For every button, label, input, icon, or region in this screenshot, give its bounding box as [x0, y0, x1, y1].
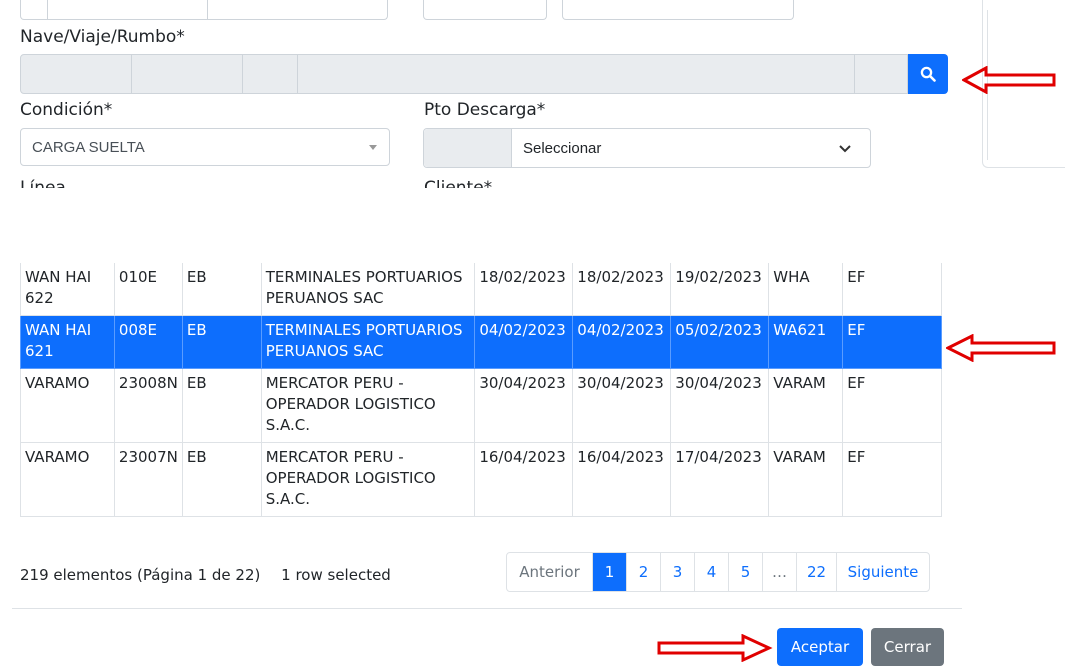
- nave-field-5[interactable]: [855, 55, 907, 93]
- pto-descarga-prefix: [424, 129, 512, 167]
- top-input-2[interactable]: [423, 0, 547, 20]
- pagination: Anterior 1 2 3 4 5 … 22 Siguiente: [506, 552, 930, 592]
- accept-button[interactable]: Aceptar: [777, 628, 863, 666]
- table-row[interactable]: VARAMO 23008N EB MERCATOR PERU - OPERADOR L…: [20, 368, 942, 443]
- search-button[interactable]: [908, 54, 948, 94]
- nave-cell: VARAMO: [20, 368, 115, 443]
- record-count: 219 elementos (Página 1 de 22): [20, 566, 261, 584]
- pto-descarga-select[interactable]: Seleccionar: [423, 128, 871, 168]
- fecha1-cell: 04/02/2023: [474, 315, 574, 369]
- rumbo-cell: EB: [181, 263, 262, 316]
- nave-field-3[interactable]: [243, 55, 298, 93]
- modal-footer-divider: [12, 608, 962, 609]
- rumbo-cell: EB: [181, 442, 262, 517]
- nave-field-1[interactable]: [21, 55, 132, 93]
- selection-status: 1 row selected: [281, 566, 391, 584]
- tipo-cell: EF: [842, 315, 942, 369]
- close-button[interactable]: Cerrar: [871, 628, 944, 666]
- codigo-cell: VARAM: [768, 368, 844, 443]
- red-arrow-annotation: [962, 66, 1056, 94]
- condicion-select[interactable]: CARGA SUELTA: [20, 128, 390, 166]
- terminal-cell: TERMINALES PORTUARIOS PERUANOS SAC: [260, 263, 476, 316]
- fecha3-cell: 05/02/2023: [670, 315, 770, 369]
- viaje-cell: 23007N: [113, 442, 183, 517]
- nave-field-4[interactable]: [298, 55, 855, 93]
- fecha1-cell: 16/04/2023: [474, 442, 574, 517]
- table-info: 219 elementos (Página 1 de 22) 1 row sel…: [20, 566, 391, 584]
- rumbo-cell: EB: [181, 368, 262, 443]
- cliente-label: Cliente*: [424, 178, 493, 188]
- nave-cell: VARAMO: [20, 442, 115, 517]
- red-arrow-annotation: [657, 634, 773, 662]
- results-table: WAN HAI 622 010E EB TERMINALES PORTUARIOS P…: [20, 263, 942, 517]
- red-arrow-annotation: [946, 334, 1056, 362]
- fecha3-cell: 30/04/2023: [670, 368, 770, 443]
- fecha2-cell: 16/04/2023: [572, 442, 672, 517]
- pto-descarga-label: Pto Descarga*: [424, 100, 546, 120]
- nave-cell: WAN HAI 622: [20, 263, 115, 316]
- condicion-value: CARGA SUELTA: [32, 139, 145, 156]
- linea-label: Línea: [20, 178, 66, 188]
- tipo-cell: EF: [842, 263, 942, 316]
- codigo-cell: WHA: [768, 263, 844, 316]
- fecha3-cell: 17/04/2023: [670, 442, 770, 517]
- top-input-1[interactable]: [20, 0, 388, 20]
- terminal-cell: TERMINALES PORTUARIOS PERUANOS SAC: [260, 315, 476, 369]
- caret-down-icon: [369, 145, 377, 150]
- pagination-page-4[interactable]: 4: [694, 553, 728, 591]
- pagination-next[interactable]: Siguiente: [836, 553, 929, 591]
- viaje-cell: 23008N: [113, 368, 183, 443]
- pagination-page-last[interactable]: 22: [796, 553, 836, 591]
- tipo-cell: EF: [842, 442, 942, 517]
- rumbo-cell: EB: [181, 315, 262, 369]
- chevron-down-icon: [838, 141, 852, 158]
- fecha2-cell: 18/02/2023: [572, 263, 672, 316]
- terminal-cell: MERCATOR PERU - OPERADOR LOGISTICO S.A.C…: [260, 368, 476, 443]
- table-row[interactable]: WAN HAI 622 010E EB TERMINALES PORTUARIOS P…: [20, 263, 942, 316]
- tipo-cell: EF: [842, 368, 942, 443]
- codigo-cell: VARAM: [768, 442, 844, 517]
- fecha1-cell: 18/02/2023: [474, 263, 574, 316]
- pagination-ellipsis: …: [762, 553, 796, 591]
- terminal-cell: MERCATOR PERU - OPERADOR LOGISTICO S.A.C…: [260, 442, 476, 517]
- pagination-page-5[interactable]: 5: [728, 553, 762, 591]
- pagination-prev[interactable]: Anterior: [507, 553, 592, 591]
- cutoff-label-area: Línea Cliente*: [0, 168, 980, 188]
- pto-descarga-value: Seleccionar: [523, 140, 602, 157]
- fecha3-cell: 19/02/2023: [670, 263, 770, 316]
- table-row[interactable]: VARAMO 23007N EB MERCATOR PERU - OPERADOR L…: [20, 442, 942, 517]
- fecha1-cell: 30/04/2023: [474, 368, 574, 443]
- pagination-page-1[interactable]: 1: [592, 553, 626, 591]
- condicion-label: Condición*: [20, 100, 113, 120]
- fecha2-cell: 04/02/2023: [572, 315, 672, 369]
- viaje-cell: 008E: [113, 315, 183, 369]
- viaje-cell: 010E: [113, 263, 183, 316]
- pagination-page-3[interactable]: 3: [660, 553, 694, 591]
- pagination-page-2[interactable]: 2: [626, 553, 660, 591]
- search-icon: [920, 66, 936, 82]
- nave-field-2[interactable]: [132, 55, 243, 93]
- nave-label: Nave/Viaje/Rumbo*: [20, 27, 185, 47]
- nave-cell: WAN HAI 621: [20, 315, 115, 369]
- table-row[interactable]: WAN HAI 621 008E EB TERMINALES PORTUARIOS P…: [20, 315, 942, 369]
- top-input-3[interactable]: [562, 0, 794, 20]
- codigo-cell: WA621: [768, 315, 844, 369]
- fecha2-cell: 30/04/2023: [572, 368, 672, 443]
- nave-input-group[interactable]: [20, 54, 908, 94]
